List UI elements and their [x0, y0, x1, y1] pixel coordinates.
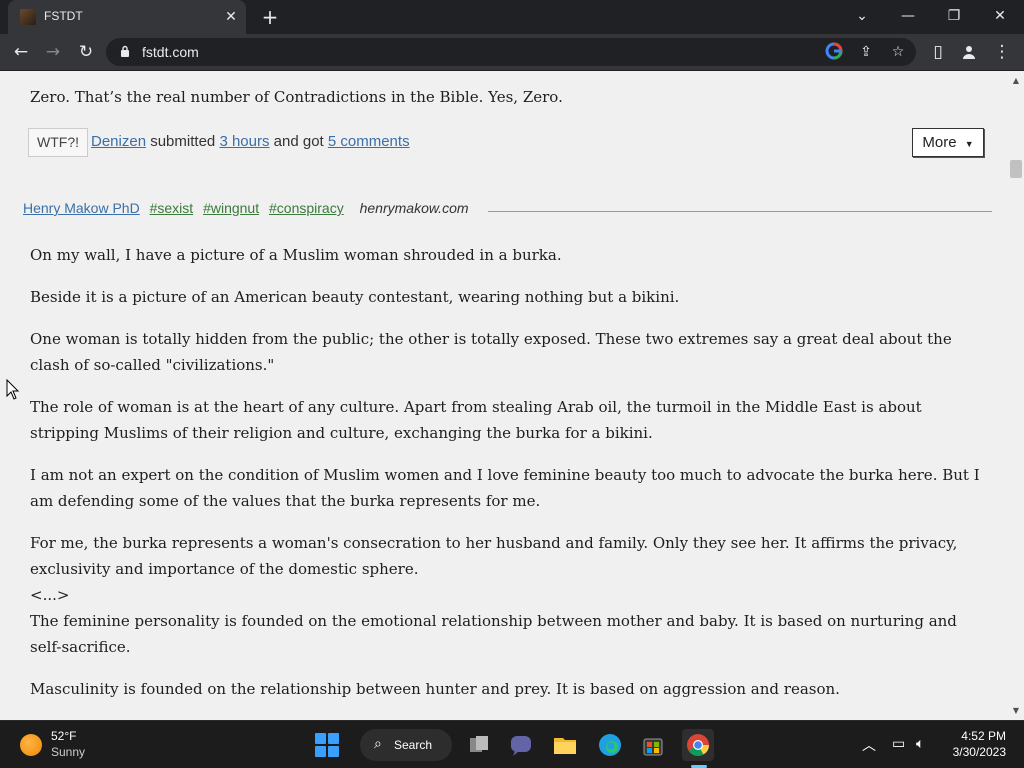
submission-info: Denizen submitted 3 hours and got 5 comm…: [91, 133, 410, 150]
address-bar[interactable]: fstdt.com ⇪ ☆: [106, 38, 916, 66]
scrollbar-thumb[interactable]: [1010, 160, 1022, 178]
windows-start-icon[interactable]: [315, 733, 339, 757]
clock-time[interactable]: 4:52 PM: [961, 729, 1006, 743]
quote-meta-row: WTF?! Denizen submitted 3 hours and got …: [28, 128, 984, 158]
browser-toolbar: ← → ↻ fstdt.com ⇪ ☆ ▯ ⋮: [0, 34, 1024, 71]
quote-paragraph: For me, the burka represents a woman's c…: [30, 534, 958, 578]
more-label: More: [922, 134, 957, 151]
reload-icon[interactable]: ↻: [74, 40, 98, 64]
new-tab-icon[interactable]: +: [258, 6, 282, 28]
restore-icon[interactable]: ❐: [942, 4, 966, 28]
quote-body: On my wall, I have a picture of a Muslim…: [30, 242, 980, 718]
search-icon: ⌕: [374, 736, 382, 752]
attribution-divider: [488, 211, 992, 212]
tag-link[interactable]: #sexist: [150, 200, 194, 216]
share-icon[interactable]: ⇪: [856, 42, 876, 62]
browser-tab[interactable]: FSTDT ✕: [8, 0, 246, 34]
teams-chat-icon[interactable]: [505, 729, 537, 761]
tag-link[interactable]: #wingnut: [203, 200, 259, 216]
comments-link[interactable]: 5 comments: [328, 133, 410, 150]
and-got-text: and got: [273, 133, 324, 150]
weather-temperature[interactable]: 52°F: [51, 729, 76, 743]
chrome-browser-icon[interactable]: [682, 729, 714, 761]
bookmark-star-icon[interactable]: ☆: [888, 42, 908, 62]
submitted-text: submitted: [150, 133, 216, 150]
quote-paragraph: I am not an expert on the condition of M…: [30, 466, 980, 510]
previous-quote-text: Zero. That’s the real number of Contradi…: [30, 88, 563, 106]
quote-paragraph: One woman is totally hidden from the pub…: [30, 330, 952, 374]
file-explorer-icon[interactable]: [549, 729, 581, 761]
microsoft-store-icon[interactable]: [637, 729, 669, 761]
submitter-link[interactable]: Denizen: [91, 133, 146, 150]
show-hidden-icons-chevron-icon[interactable]: ︿: [862, 735, 876, 755]
profile-icon[interactable]: [957, 40, 981, 64]
google-lens-icon[interactable]: [824, 42, 844, 62]
source-site: henrymakow.com: [359, 200, 469, 216]
quote-paragraph: Beside it is a picture of an American be…: [30, 288, 680, 306]
volume-icon[interactable]: 🔈︎: [916, 735, 924, 752]
quote-paragraph: The feminine personality is founded on t…: [30, 612, 957, 656]
author-link[interactable]: Henry Makow PhD: [23, 200, 140, 216]
fstdt-favicon-icon: [20, 9, 36, 25]
lock-icon: [121, 45, 129, 57]
page-content: Zero. That’s the real number of Contradi…: [0, 72, 1008, 720]
tab-strip: FSTDT ✕ + ⌄ — ❐ ✕: [0, 0, 1024, 34]
wtf-button[interactable]: WTF?!: [28, 128, 88, 157]
scroll-down-icon[interactable]: ▼: [1008, 704, 1024, 718]
network-icon[interactable]: ▭: [892, 735, 905, 752]
windows-taskbar: 52°F Sunny ⌕ Search ︿ ▭ 🔈︎ 4:52 PM 3/30/…: [0, 720, 1024, 768]
taskbar-search-button[interactable]: ⌕ Search: [360, 729, 452, 761]
caret-down-icon: ▼: [964, 139, 974, 149]
clock-date[interactable]: 3/30/2023: [953, 745, 1006, 759]
menu-kebab-icon[interactable]: ⋮: [990, 40, 1014, 64]
close-tab-icon[interactable]: ✕: [222, 8, 240, 26]
tag-link[interactable]: #conspiracy: [269, 200, 344, 216]
tab-title: FSTDT: [44, 9, 83, 23]
search-label: Search: [394, 738, 433, 752]
time-ago-link[interactable]: 3 hours: [219, 133, 269, 150]
quote-paragraph: Masculinity is founded on the relationsh…: [30, 680, 840, 698]
quote-paragraph: The role of woman is at the heart of any…: [30, 398, 922, 442]
minimize-icon[interactable]: —: [896, 4, 920, 28]
forward-icon[interactable]: →: [41, 40, 65, 64]
quote-paragraph: On my wall, I have a picture of a Muslim…: [30, 246, 562, 264]
mouse-cursor-icon: [6, 379, 20, 400]
back-icon[interactable]: ←: [9, 40, 33, 64]
ellipsis-marker: <...>: [30, 586, 70, 604]
tab-search-chevron-icon[interactable]: ⌄: [850, 4, 874, 28]
scroll-up-icon[interactable]: ▲: [1008, 74, 1024, 88]
close-window-icon[interactable]: ✕: [988, 4, 1012, 28]
weather-sun-icon[interactable]: [20, 734, 42, 756]
side-panel-icon[interactable]: ▯: [926, 40, 950, 64]
edge-browser-icon[interactable]: [594, 729, 626, 761]
weather-condition[interactable]: Sunny: [51, 745, 85, 759]
more-dropdown-button[interactable]: More ▼: [912, 128, 984, 157]
url-text: fstdt.com: [142, 44, 199, 60]
task-view-icon[interactable]: [463, 729, 495, 761]
